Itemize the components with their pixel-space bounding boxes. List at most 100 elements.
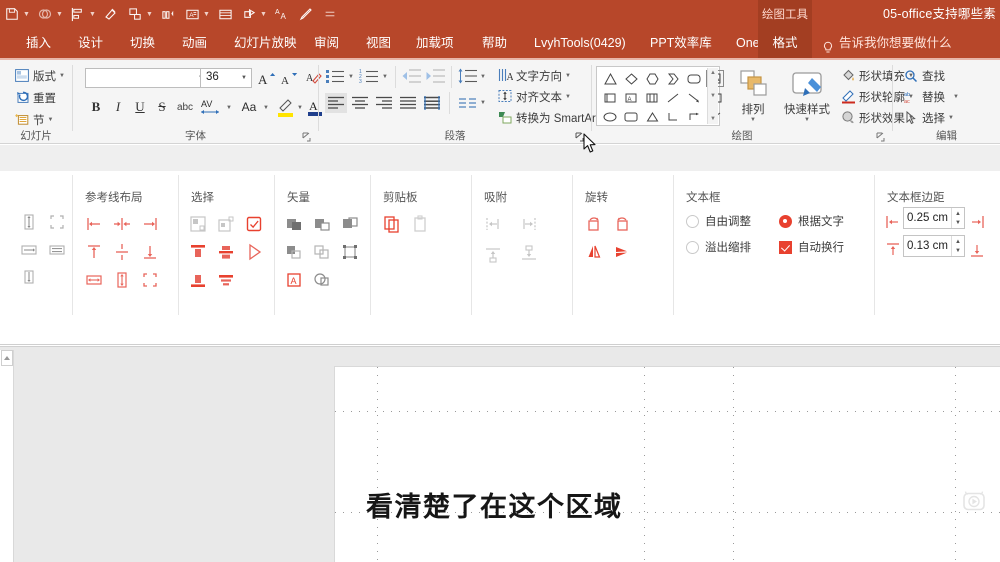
distribute-rows-icon[interactable]	[215, 269, 237, 291]
top-margin-input[interactable]: 0.13 cm ▲ ▼	[903, 235, 965, 257]
chevron-down-icon[interactable]: ▼	[259, 4, 268, 24]
replace-button[interactable]: ab ac 替换 ▼	[903, 87, 959, 106]
left-margin-input[interactable]: 0.25 cm ▲ ▼	[903, 207, 965, 229]
chevron-down-icon[interactable]: ▼	[59, 73, 65, 79]
stepper-down-icon[interactable]: ▼	[955, 220, 961, 226]
qat-align-button[interactable]: ▼	[66, 0, 99, 28]
change-case-button[interactable]: Aa	[236, 98, 262, 116]
height-lock-icon[interactable]	[18, 211, 40, 233]
fragment-icon[interactable]	[283, 241, 305, 263]
pane-splitter-handle[interactable]	[1, 350, 13, 366]
tab-review[interactable]: 审阅	[308, 28, 345, 58]
bold-button[interactable]: B	[87, 98, 105, 116]
snap-top-icon[interactable]	[482, 243, 504, 265]
section-button[interactable]: 节 ▼	[14, 110, 53, 129]
subtract-icon[interactable]	[311, 213, 333, 235]
justify-button[interactable]	[397, 93, 419, 113]
tab-design[interactable]: 设计	[72, 28, 109, 58]
qat-more-button[interactable]	[318, 0, 342, 28]
left-margin-stepper[interactable]: ▲ ▼	[951, 208, 964, 228]
layout-button[interactable]: 版式 ▼	[14, 66, 65, 85]
shape-ellipse-icon[interactable]	[601, 108, 619, 125]
align-right-guide-icon[interactable]	[139, 213, 161, 235]
align-bottom-icon[interactable]	[18, 267, 40, 289]
decrease-indent-button[interactable]	[401, 67, 423, 85]
arrange-button[interactable]: 排列 ▼	[730, 66, 776, 123]
chevron-down-icon[interactable]: ▼	[22, 4, 31, 24]
snap-left-icon[interactable]	[482, 213, 504, 235]
align-middle-guide-icon[interactable]	[111, 241, 133, 263]
chevron-down-icon[interactable]: ▼	[263, 105, 269, 111]
chevron-down-icon[interactable]: ▼	[382, 74, 388, 80]
edit-points-icon[interactable]	[339, 241, 361, 263]
qat-undo-button[interactable]: ▼	[33, 0, 66, 28]
distribute-h-icon[interactable]	[83, 269, 105, 291]
chevron-down-icon[interactable]: ▼	[48, 117, 54, 123]
chevron-down-icon[interactable]: ▼	[750, 117, 756, 123]
qat-merge-shapes-button[interactable]: ▼	[237, 0, 270, 28]
qat-table-button[interactable]	[213, 0, 237, 28]
select-button[interactable]: 选择 ▼	[903, 108, 954, 127]
stepper-up-icon[interactable]: ▲	[955, 211, 961, 217]
tab-transitions[interactable]: 切换	[124, 28, 161, 58]
shapes-gallery[interactable]: A ▲ ▼ ▼	[596, 66, 724, 126]
select-same-size-icon[interactable]	[215, 213, 237, 235]
option-fit-text[interactable]: 根据文字	[779, 213, 844, 229]
shape-flowchart-b-icon[interactable]	[643, 89, 661, 106]
tab-lvyhtools[interactable]: LvyhTools(0429)	[528, 28, 632, 58]
columns-button[interactable]	[457, 93, 479, 113]
bullets-button[interactable]	[325, 67, 347, 85]
flip-vertical-icon[interactable]	[583, 241, 605, 263]
elbow-connector-icon[interactable]	[664, 108, 682, 125]
select-pointer-icon[interactable]	[243, 241, 265, 263]
qat-pen-button[interactable]	[294, 0, 318, 28]
option-wrap-text[interactable]: 自动换行	[779, 239, 844, 255]
chevron-down-icon[interactable]: ▼	[953, 94, 959, 100]
line-spacing-button[interactable]	[457, 67, 479, 85]
align-center-guide-icon[interactable]	[111, 213, 133, 235]
shape-round-rect-2-icon[interactable]	[622, 108, 640, 125]
decrease-font-size-button[interactable]: A	[279, 68, 299, 88]
increase-indent-button[interactable]	[425, 67, 447, 85]
qat-distribute-button[interactable]	[156, 0, 180, 28]
split-shape-icon[interactable]	[311, 269, 333, 291]
qat-textbox-button[interactable]: A ▼	[180, 0, 213, 28]
text-highlight-button[interactable]	[276, 96, 296, 118]
guide-line-vertical[interactable]	[733, 367, 734, 562]
tab-addins[interactable]: 加载项	[410, 28, 460, 58]
shape-hexagon-icon[interactable]	[643, 70, 661, 87]
font-name-combo[interactable]: ▼	[85, 68, 209, 88]
chevron-down-icon[interactable]: ▼	[297, 105, 303, 111]
character-spacing-button[interactable]: AV	[199, 96, 225, 118]
qat-text-style-button[interactable]: AA	[270, 0, 294, 28]
strikethrough-button[interactable]: S	[153, 98, 171, 116]
shape-arrow-pentagon-icon[interactable]	[664, 70, 682, 87]
slide-subtitle-text[interactable]: 看清楚了在这个区域	[366, 485, 623, 524]
top-margin-stepper[interactable]: ▲ ▼	[951, 236, 964, 256]
line-icon[interactable]	[664, 89, 682, 106]
align-right-button[interactable]	[373, 93, 395, 113]
scroll-up-icon[interactable]: ▲	[710, 70, 716, 76]
tab-view[interactable]: 视图	[360, 28, 397, 58]
stepper-up-icon[interactable]: ▲	[955, 239, 961, 245]
chevron-down-icon[interactable]: ▼	[804, 117, 810, 123]
font-dialog-launcher[interactable]	[301, 131, 312, 142]
numbering-button[interactable]: 123	[359, 67, 381, 85]
fit-frame-icon[interactable]	[139, 269, 161, 291]
snap-right-icon[interactable]	[518, 213, 540, 235]
chevron-down-icon[interactable]: ▼	[565, 73, 571, 79]
align-left-button[interactable]	[325, 93, 347, 113]
shapes-gallery-scrollbar[interactable]: ▲ ▼ ▼	[707, 68, 718, 124]
shape-diamond-icon[interactable]	[622, 70, 640, 87]
text-shadow-button[interactable]: abc	[175, 98, 195, 116]
shape-flowchart-a-icon[interactable]: A	[622, 89, 640, 106]
align-top-guide-icon[interactable]	[83, 241, 105, 263]
stepper-down-icon[interactable]: ▼	[955, 248, 961, 254]
tell-me-box[interactable]: 告诉我你想要做什么	[822, 28, 952, 58]
align-text-button[interactable]: 对齐文本 ▼	[497, 87, 571, 106]
find-button[interactable]: 查找	[903, 66, 945, 85]
shape-triangle-icon[interactable]	[601, 70, 619, 87]
distribute-text-button[interactable]	[421, 93, 443, 113]
font-size-combo[interactable]: 36 ▼	[200, 68, 252, 88]
reset-button[interactable]: 重置	[14, 88, 56, 107]
